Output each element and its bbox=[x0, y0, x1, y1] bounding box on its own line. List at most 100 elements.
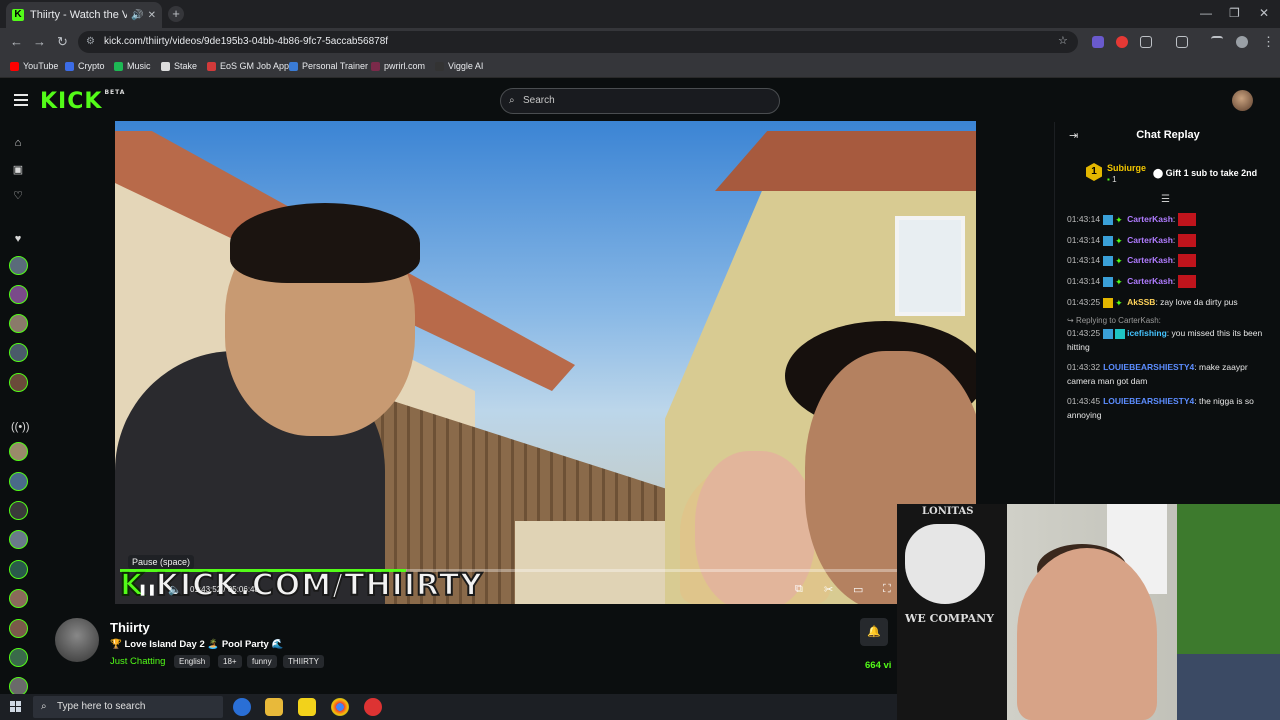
file-explorer-icon[interactable] bbox=[265, 698, 283, 716]
chat-username[interactable]: CarterKash bbox=[1127, 214, 1173, 224]
bookmark-stake[interactable]: Stake bbox=[161, 61, 197, 71]
reply-indicator: ↪ Replying to CarterKash: bbox=[1067, 316, 1161, 325]
cast-icon[interactable] bbox=[1176, 36, 1188, 48]
reload-icon[interactable]: ↻ bbox=[57, 34, 68, 50]
sub-leader-name[interactable]: Subiurge bbox=[1107, 163, 1146, 173]
tag-18plus[interactable]: 18+ bbox=[218, 655, 242, 668]
forward-icon[interactable]: → bbox=[33, 34, 46, 49]
clip-icon[interactable]: ✂ bbox=[824, 583, 833, 596]
address-bar[interactable]: ⚙ kick.com/thiirty/videos/9de195b3-04bb-… bbox=[78, 31, 1078, 53]
chat-username[interactable]: CarterKash bbox=[1127, 276, 1173, 286]
recommended-channel-avatar[interactable] bbox=[9, 560, 28, 579]
channel-avatar[interactable] bbox=[55, 618, 99, 662]
windows-taskbar: ⌕ Type here to search bbox=[0, 694, 897, 720]
bookmark-music[interactable]: Music bbox=[114, 61, 151, 71]
following-heart-icon[interactable]: ♡ bbox=[11, 189, 25, 203]
badge-icon bbox=[1115, 328, 1126, 339]
gift-icon: ⬤ bbox=[1153, 168, 1164, 178]
close-window-icon[interactable]: ✕ bbox=[1259, 6, 1269, 20]
recommended-channel-avatar[interactable] bbox=[9, 589, 28, 608]
pinned-toggle-icon[interactable]: ☰ bbox=[1161, 194, 1170, 205]
home-icon[interactable]: ⌂ bbox=[11, 136, 25, 150]
sub-gift-icon: ▪ bbox=[1107, 175, 1110, 184]
channel-name[interactable]: Thiirty bbox=[110, 620, 150, 635]
followed-channel-avatar[interactable] bbox=[9, 314, 28, 333]
close-tab-icon[interactable]: ✕ bbox=[148, 10, 156, 21]
stake-icon bbox=[161, 61, 170, 71]
followed-channel-avatar[interactable] bbox=[9, 256, 28, 275]
chat-username[interactable]: LOUIEBEARSHIESTY4 bbox=[1103, 396, 1194, 406]
taskbar-search-input[interactable]: ⌕ Type here to search bbox=[33, 696, 223, 718]
bookmark-youtube[interactable]: YouTube bbox=[10, 61, 58, 71]
tag-thiirty[interactable]: THIIRTY bbox=[283, 655, 324, 668]
browser-tab-bar: K Thiirty - Watch the VOD on 🔊 ✕ + — ❐ ✕ bbox=[0, 0, 1280, 28]
stream-category[interactable]: Just Chatting bbox=[110, 656, 165, 667]
followed-channel-avatar[interactable] bbox=[9, 285, 28, 304]
browse-icon[interactable]: ▣ bbox=[11, 163, 25, 177]
browser-tab[interactable]: K Thiirty - Watch the VOD on 🔊 ✕ bbox=[6, 2, 162, 28]
chat-username[interactable]: AkSSB bbox=[1127, 297, 1155, 307]
sticky-notes-icon[interactable] bbox=[298, 698, 316, 716]
bookmark-eos-gm[interactable]: EoS GM Job App bbox=[207, 61, 289, 71]
recommended-channel-avatar[interactable] bbox=[9, 619, 28, 638]
followed-channel-avatar[interactable] bbox=[9, 343, 28, 362]
search-input[interactable]: ⌕ Search bbox=[500, 88, 780, 114]
stream-info: Thiirty 🏆 Love Island Day 2 🏝️ Pool Part… bbox=[38, 604, 898, 696]
tag-funny[interactable]: funny bbox=[247, 655, 277, 668]
speaker-icon[interactable]: 🔊 bbox=[131, 10, 143, 21]
fullscreen-icon[interactable]: ⛶ bbox=[883, 583, 891, 596]
bookmark-pwrirl[interactable]: pwrirl.com bbox=[371, 61, 425, 71]
pause-icon[interactable]: ❚❚ bbox=[138, 583, 156, 596]
youtube-icon bbox=[10, 61, 19, 71]
verified-icon: ✦ bbox=[1115, 214, 1123, 225]
new-tab-button[interactable]: + bbox=[168, 6, 184, 22]
recommended-channel-avatar[interactable] bbox=[9, 530, 28, 549]
app-icon[interactable] bbox=[364, 698, 382, 716]
gift-sub-button[interactable]: ⬤ Gift 1 sub to take 2nd bbox=[1153, 168, 1257, 179]
minimize-icon[interactable]: — bbox=[1200, 6, 1212, 20]
extension-icon[interactable] bbox=[1092, 36, 1104, 48]
tag-english[interactable]: English bbox=[174, 655, 211, 668]
video-player[interactable]: K KICK.COM/THIIRTY Pause (space) ❚❚ 🔈 01… bbox=[115, 121, 976, 604]
bookmark-crypto[interactable]: Crypto bbox=[65, 61, 105, 71]
hamburger-menu-icon[interactable] bbox=[14, 94, 28, 109]
notification-bell-icon[interactable]: 🔔 bbox=[860, 618, 888, 646]
followed-channel-avatar[interactable] bbox=[9, 373, 28, 392]
badge-icon bbox=[1103, 235, 1114, 246]
recommended-channel-avatar[interactable] bbox=[9, 442, 28, 461]
followed-heart-icon[interactable]: ♥ bbox=[11, 232, 25, 246]
chat-username[interactable]: CarterKash bbox=[1127, 235, 1173, 245]
theater-mode-icon[interactable]: ▭ bbox=[853, 583, 863, 596]
chat-username[interactable]: CarterKash bbox=[1127, 255, 1173, 265]
menu-kebab-icon[interactable]: ⋮ bbox=[1262, 34, 1275, 50]
chat-message: 01:43:25 ✦ AkSSB: zay love da dirty pus bbox=[1067, 297, 1238, 308]
webcam-shirt-graphic bbox=[905, 524, 985, 604]
kick-logo[interactable]: KICK BETA bbox=[40, 89, 125, 114]
profile-icon[interactable] bbox=[1236, 36, 1248, 48]
extensions-puzzle-icon[interactable] bbox=[1140, 36, 1152, 48]
video-scene-face bbox=[695, 451, 815, 604]
windows-start-icon[interactable] bbox=[10, 701, 22, 713]
site-info-icon[interactable]: ⚙ bbox=[86, 31, 95, 53]
chat-username[interactable]: LOUIEBEARSHIESTY4 bbox=[1103, 362, 1194, 372]
chrome-icon[interactable] bbox=[331, 698, 349, 716]
bookmark-personal-trainer[interactable]: Personal Trainer bbox=[289, 61, 368, 71]
bookmark-viggle[interactable]: Viggle AI bbox=[435, 61, 483, 71]
user-avatar[interactable] bbox=[1232, 90, 1253, 111]
bookmark-star-icon[interactable]: ☆ bbox=[1058, 34, 1068, 47]
tab-search-icon[interactable] bbox=[1211, 36, 1223, 48]
recommended-channel-avatar[interactable] bbox=[9, 648, 28, 667]
sub-leader-count: ▪ 1 bbox=[1107, 175, 1117, 184]
bookmark-favicon-icon bbox=[289, 61, 298, 71]
recommended-channel-avatar[interactable] bbox=[9, 472, 28, 491]
edge-icon[interactable] bbox=[233, 698, 251, 716]
extension-icon[interactable] bbox=[1116, 36, 1128, 48]
recommended-channel-avatar[interactable] bbox=[9, 501, 28, 520]
chat-username[interactable]: icefishing bbox=[1127, 328, 1167, 338]
pause-tooltip: Pause (space) bbox=[128, 555, 195, 569]
live-broadcast-icon[interactable]: ((•)) bbox=[11, 420, 30, 434]
mini-player-icon[interactable]: ⧉ bbox=[795, 583, 803, 596]
back-icon[interactable]: ← bbox=[10, 34, 23, 49]
volume-icon[interactable]: 🔈 bbox=[168, 583, 182, 596]
restore-icon[interactable]: ❐ bbox=[1229, 6, 1240, 20]
